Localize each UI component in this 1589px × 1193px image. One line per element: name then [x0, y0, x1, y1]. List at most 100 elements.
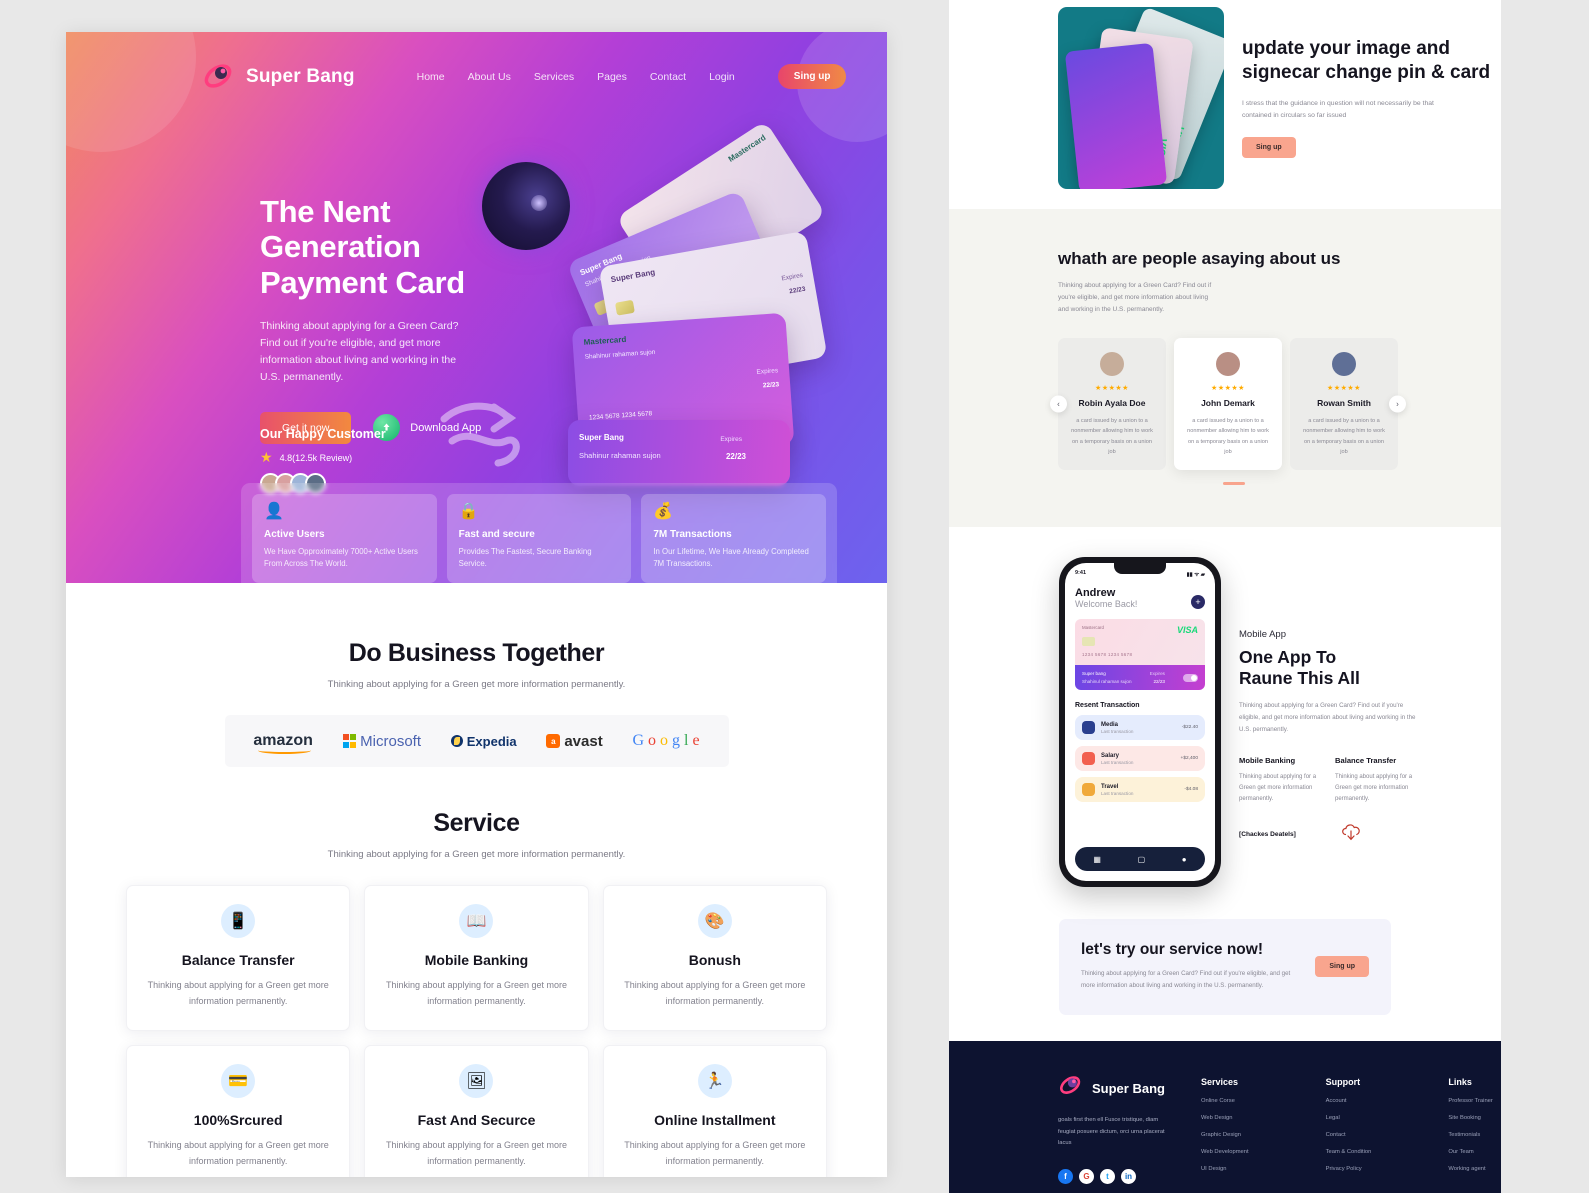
salary-icon [1082, 752, 1095, 766]
footer-link[interactable]: Web Design [1201, 1115, 1249, 1121]
business-subtitle: Thinking about applying for a Green get … [327, 679, 626, 690]
brand-name: Super Bang [246, 65, 355, 87]
footer-link[interactable]: Graphic Design [1201, 1132, 1249, 1138]
avatar [1332, 352, 1356, 377]
card-brand-label: Super Bang [610, 267, 656, 285]
brand-logo[interactable]: Super Bang [202, 60, 355, 93]
visa-logo: VISA [1176, 625, 1198, 636]
card-expires-label: Expires [756, 367, 779, 376]
service-card-desc: Thinking about applying for a Green get … [385, 1139, 568, 1166]
footer-link[interactable]: Team & Condition [1326, 1149, 1372, 1155]
update-heading: update your image and signecar change pi… [1242, 38, 1491, 84]
online-installment-icon: 🏃 [697, 1063, 732, 1098]
phone-bottom-nav: ▦ ▢ ● [1075, 847, 1205, 872]
testimonials-section: whath are people asaying about us Thinki… [949, 209, 1501, 528]
nav-signup-button[interactable]: Sing up [777, 64, 847, 89]
card-chip-icon [1082, 637, 1095, 647]
microsoft-squares-icon [342, 734, 357, 748]
phone-user-name: Andrew [1075, 587, 1116, 600]
footer-link[interactable]: Legal [1326, 1115, 1372, 1121]
carousel-next-button[interactable]: › [1389, 395, 1406, 413]
media-icon [1082, 721, 1095, 735]
card-icon[interactable]: ▢ [1138, 855, 1146, 864]
avatar [1100, 352, 1124, 377]
cta-signup-button[interactable]: Sing up [1315, 955, 1369, 977]
card-brand-label: Mastercard [726, 133, 768, 164]
card-toggle[interactable] [1183, 673, 1198, 682]
design-mockup-canvas: Super Bang Home About Us Services Pages … [0, 0, 1589, 1193]
carousel-prev-button[interactable]: ‹ [1050, 395, 1067, 413]
nav-item-services[interactable]: Services [534, 71, 574, 83]
grid-icon[interactable]: ▦ [1093, 855, 1101, 864]
cta-banner: let's try our service now! Thinking abou… [1059, 919, 1391, 1016]
profile-icon[interactable]: ● [1182, 855, 1187, 864]
transactions-heading: Resent Transaction [1075, 702, 1140, 710]
service-card-desc: Thinking about applying for a Green get … [147, 1139, 329, 1166]
footer-link[interactable]: Professor Trainer [1448, 1098, 1492, 1104]
carousel-indicator[interactable] [1223, 482, 1245, 486]
footer-link[interactable]: Contact [1326, 1132, 1372, 1138]
phone-mockup: 9:41 ▮▮ ᯤ ▰ Andrew Welcome Back! + Maste… [1059, 557, 1221, 888]
card-number: 1234 5678 1234 5678 [1082, 652, 1133, 658]
bonus-icon: 🎨 [697, 904, 732, 939]
hero-copy: The Nent Generation Payment Card Thinkin… [260, 194, 590, 444]
service-card-title: Mobile Banking [424, 952, 529, 969]
testimonial-card: ★★★★★ Rowan Smith a card issued by a uni… [1290, 338, 1398, 471]
service-card-mobile-banking[interactable]: 📖 Mobile Banking Thinking about applying… [364, 885, 589, 1031]
avatar [1216, 352, 1240, 377]
footer-link[interactable]: Account [1326, 1098, 1372, 1104]
feature-title: Active Users [264, 529, 325, 540]
google-plus-icon[interactable]: G [1079, 1169, 1094, 1185]
transaction-row[interactable]: Travel Last transaction -$4.08 [1075, 777, 1205, 803]
transaction-row[interactable]: Media Last transaction -$22.40 [1075, 715, 1205, 741]
star-icon: ★ [260, 449, 273, 465]
linkedin-icon[interactable]: in [1121, 1169, 1136, 1185]
footer-link[interactable]: Site Booking [1448, 1115, 1492, 1121]
service-card-balance-transfer[interactable]: 📱 Balance Transfer Thinking about applyi… [126, 885, 351, 1031]
update-card-section: VISA VISA update your image and signecar… [949, 0, 1501, 209]
app-body: Thinking about applying for a Green Card… [1239, 702, 1416, 733]
footer-link[interactable]: Our Team [1448, 1149, 1492, 1155]
cloud-download-icon [1340, 823, 1362, 846]
card-holder: Shahinur rahaman sujon [584, 348, 656, 361]
footer-link[interactable]: Testimonials [1448, 1132, 1492, 1138]
footer-link[interactable]: UI Design [1201, 1166, 1249, 1172]
twitter-icon[interactable]: t [1100, 1169, 1115, 1185]
cta-body: Thinking about applying for a Green Card… [1081, 970, 1291, 989]
update-signup-button[interactable]: Sing up [1242, 137, 1296, 159]
footer-link[interactable]: Web Development [1201, 1149, 1249, 1155]
transaction-title: Media [1101, 721, 1119, 728]
facebook-icon[interactable]: f [1058, 1169, 1073, 1185]
transaction-sub: Last transaction [1101, 728, 1134, 734]
nav-item-pages[interactable]: Pages [597, 71, 627, 83]
transaction-sub: Last transaction [1101, 790, 1134, 796]
footer-link[interactable]: Privacy Policy [1326, 1166, 1372, 1172]
logo-expedia: Expedia [450, 734, 517, 749]
service-card-title: Balance Transfer [181, 952, 295, 969]
transaction-amount: +$2,400 [1180, 756, 1198, 762]
service-card-secured[interactable]: 💳 100%Srcured Thinking about applying fo… [126, 1044, 351, 1177]
testimonial-text: a card issued by a union to a nonmember … [1303, 418, 1385, 456]
testimonial-text: a card issued by a union to a nonmember … [1071, 418, 1153, 456]
phone-screen: 9:41 ▮▮ ᯤ ▰ Andrew Welcome Back! + Maste… [1065, 563, 1215, 882]
superbang-logo-icon [1058, 1073, 1083, 1103]
service-card-bonush[interactable]: 🎨 Bonush Thinking about applying for a G… [602, 885, 827, 1031]
card-expires: 22/23 [1153, 679, 1165, 685]
nav-item-contact[interactable]: Contact [650, 71, 686, 83]
service-card-title: Online Installment [654, 1111, 776, 1128]
service-card-fast-secure[interactable]: 🖼 Fast And Securce Thinking about applyi… [364, 1044, 589, 1177]
check-details-button[interactable]: [Chackes Deatels] [1239, 831, 1296, 838]
nav-item-login[interactable]: Login [709, 71, 735, 83]
app-feature-title: Mobile Banking [1239, 755, 1296, 765]
service-card-online-installment[interactable]: 🏃 Online Installment Thinking about appl… [602, 1044, 827, 1177]
service-section: Service Thinking about applying for a Gr… [66, 767, 887, 1177]
footer-column-title: Support [1325, 1077, 1361, 1088]
nav-item-home[interactable]: Home [417, 71, 445, 83]
nav-item-about-us[interactable]: About Us [468, 71, 511, 83]
footer-link[interactable]: Online Corse [1201, 1098, 1249, 1104]
transaction-row[interactable]: Salary Last transaction +$2,400 [1075, 746, 1205, 772]
footer: Super Bang goals first then ell Fusce tr… [949, 1041, 1501, 1193]
app-feature-mobile-banking: Mobile Banking Thinking about applying f… [1239, 756, 1319, 805]
status-time: 9:41 [1075, 570, 1087, 577]
footer-link[interactable]: Working agent [1448, 1166, 1492, 1172]
